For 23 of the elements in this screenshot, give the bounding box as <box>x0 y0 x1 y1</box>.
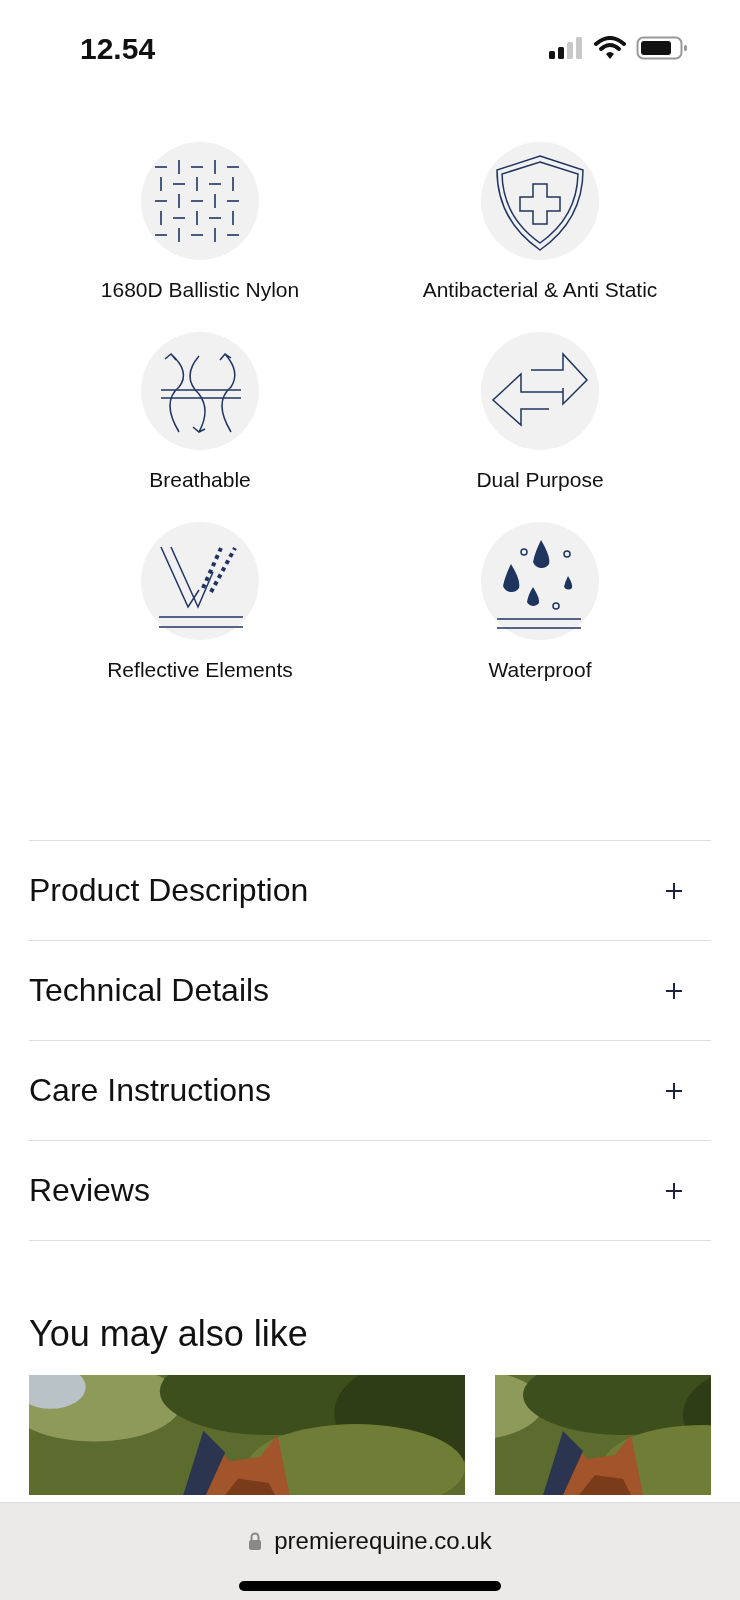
feature-label: Antibacterial & Anti Static <box>422 278 658 302</box>
feature-label: Reflective Elements <box>107 658 293 682</box>
feature-label: Waterproof <box>488 658 592 682</box>
accordion-header[interactable]: Technical Details <box>29 941 711 1041</box>
weave-icon <box>141 142 259 260</box>
status-time: 12.54 <box>80 32 156 66</box>
water-drops-icon <box>481 522 599 640</box>
airflow-icon <box>141 332 259 450</box>
accordion-header[interactable]: Reviews <box>29 1141 711 1241</box>
feature-label: 1680D Ballistic Nylon <box>100 278 300 302</box>
feature-label: Breathable <box>149 468 251 492</box>
two-way-arrows-icon <box>481 332 599 450</box>
wifi-icon <box>594 36 626 60</box>
battery-icon <box>636 36 688 60</box>
feature-label: Dual Purpose <box>476 468 604 492</box>
signal-icon <box>548 36 584 60</box>
accordion-header[interactable]: Care Instructions <box>29 1041 711 1141</box>
section-heading: You may also like <box>28 1312 309 1355</box>
shield-cross-icon <box>481 142 599 260</box>
address-field[interactable]: premierequine.co.uk <box>248 1527 492 1555</box>
lock-icon <box>248 1532 263 1550</box>
accordion-header[interactable]: Product Description <box>29 841 711 941</box>
reflective-icon <box>141 522 259 640</box>
